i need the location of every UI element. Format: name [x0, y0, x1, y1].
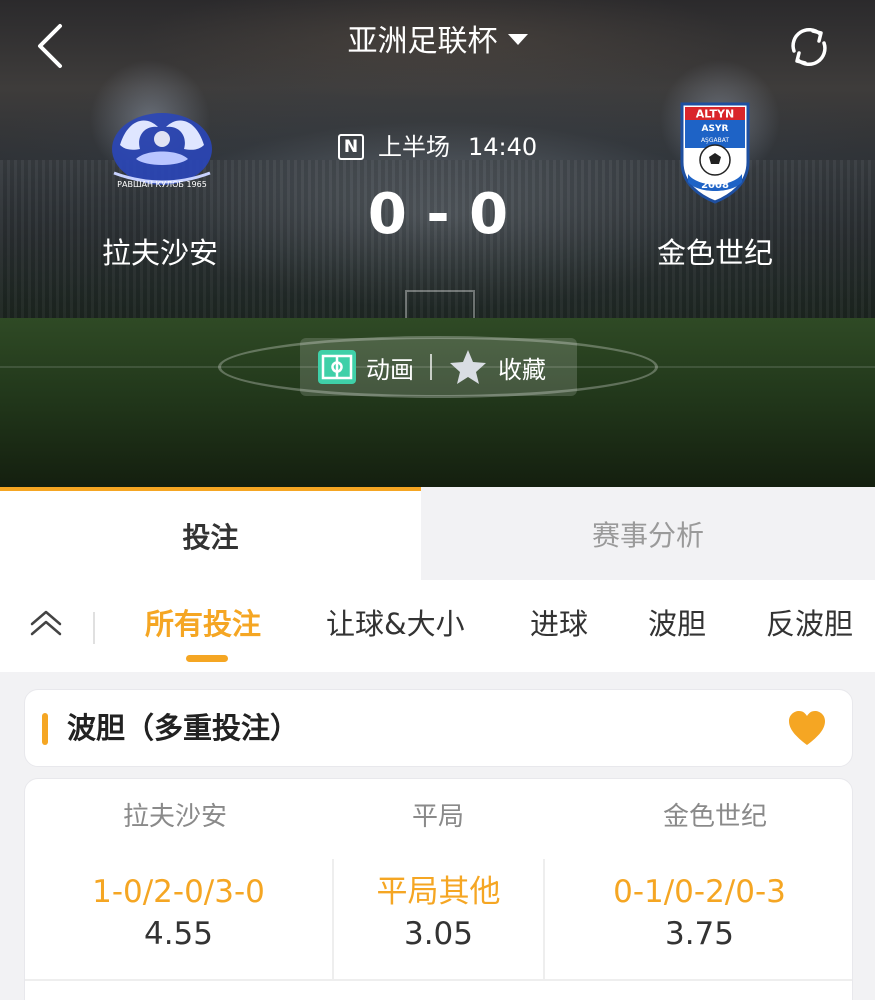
refresh-icon — [791, 28, 827, 66]
caret-down-icon — [507, 34, 528, 45]
filter-correct-score[interactable]: 波胆 — [648, 603, 706, 645]
row-divider — [25, 979, 852, 981]
filter-divider — [93, 612, 95, 644]
market-accent-bar — [42, 713, 48, 745]
filter-handicap-over-under[interactable]: 让球&大小 — [326, 603, 465, 645]
away-logo-top: ALTYN — [696, 108, 734, 121]
away-team-name: 金色世纪 — [656, 236, 773, 270]
odds-card: 拉夫沙安 平局 金色世纪 1-0/2-0/3-0 4.55 平局其他 3.05 … — [24, 778, 853, 1000]
match-score: 0 - 0 — [367, 182, 509, 247]
match-actions: 动画 收藏 — [300, 338, 577, 396]
favorite-label: 收藏 — [498, 355, 546, 384]
odds-cell-label: 1-0/2-0/3-0 — [92, 874, 265, 910]
star-icon — [450, 350, 486, 384]
column-home: 拉夫沙安 — [122, 802, 227, 832]
odds-cell-label: 平局其他 — [376, 874, 501, 910]
match-clock: 14:40 — [468, 133, 538, 161]
n-icon: N — [338, 134, 364, 160]
odds-cell-draw[interactable]: 平局其他 3.05 — [334, 859, 543, 979]
filter-anti-correct-score[interactable]: 反波胆 — [766, 603, 853, 645]
chevron-up-double-icon — [30, 610, 62, 636]
tab-match-analysis[interactable]: 赛事分析 — [421, 487, 875, 580]
column-away: 金色世纪 — [662, 802, 767, 832]
pitch-icon — [318, 350, 356, 384]
home-team-name: 拉夫沙安 — [101, 236, 218, 270]
favorite-button[interactable]: 收藏 — [448, 338, 546, 396]
away-logo-city: AŞGABAT — [701, 137, 729, 144]
home-team-logo: РАВШАН КУЛОБ 1965 — [106, 105, 218, 197]
refresh-button[interactable] — [786, 24, 832, 70]
odds-cell-value: 4.55 — [143, 916, 214, 952]
column-draw: 平局 — [411, 802, 464, 832]
away-team-logo: ALTYN ASYR AŞGABAT 2008 — [678, 100, 752, 204]
away-logo-mid: ASYR — [702, 124, 729, 134]
league-title: 亚洲足联杯 — [347, 24, 498, 59]
odds-cell-value: 3.05 — [403, 916, 474, 952]
filter-goals[interactable]: 进球 — [530, 603, 588, 645]
goal-frame — [405, 290, 475, 318]
odds-cell-label: 0-1/0-2/0-3 — [613, 874, 786, 910]
animation-button[interactable]: 动画 — [300, 338, 414, 396]
odds-cell-away[interactable]: 0-1/0-2/0-3 3.75 — [545, 859, 852, 979]
odds-cell-value: 3.75 — [664, 916, 735, 952]
pill-divider — [430, 354, 432, 380]
home-logo-text: РАВШАН КУЛОБ 1965 — [117, 180, 207, 189]
animation-label: 动画 — [366, 355, 414, 384]
match-period: 上半场 — [378, 133, 450, 161]
market-title: 波胆（多重投注） — [67, 711, 300, 745]
market-header[interactable]: 波胆（多重投注） — [24, 689, 853, 767]
tab-betting[interactable]: 投注 — [0, 487, 421, 580]
main-tabs: 投注 赛事分析 — [0, 487, 875, 580]
collapse-button[interactable] — [28, 606, 64, 642]
match-status: N 上半场 14:40 — [338, 130, 537, 164]
filter-all-bets[interactable]: 所有投注 — [145, 603, 261, 645]
odds-cell-home[interactable]: 1-0/2-0/3-0 4.55 — [25, 859, 332, 979]
heart-icon[interactable] — [787, 710, 827, 748]
active-filter-indicator — [186, 655, 228, 662]
league-selector[interactable]: 亚洲足联杯 — [0, 18, 875, 66]
away-logo-year: 2008 — [701, 180, 729, 191]
